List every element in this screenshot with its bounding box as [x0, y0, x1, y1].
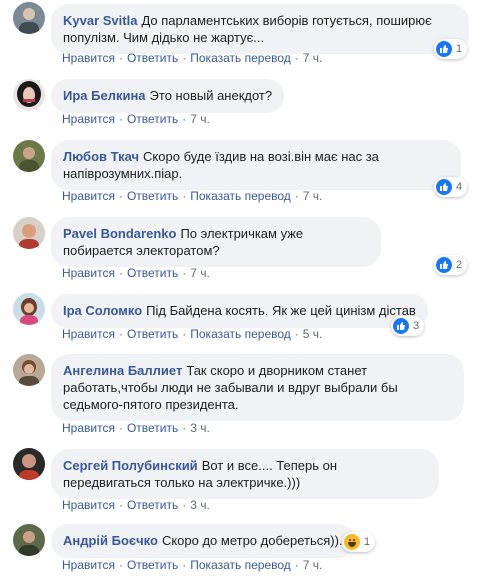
comment-author[interactable]: Ира Белкина: [63, 88, 146, 103]
reply-button[interactable]: Ответить: [127, 112, 178, 126]
like-button[interactable]: Нравится: [62, 112, 115, 126]
translate-button[interactable]: Показать перевод: [190, 51, 291, 65]
comment-time[interactable]: 7 ч.: [303, 51, 323, 65]
comment-author[interactable]: Сергей Полубинский: [63, 458, 198, 473]
comment-actions: Нравится · Ответить · Показать перевод · 7 ч.: [62, 189, 323, 203]
like-button[interactable]: Нравится: [62, 421, 115, 435]
translate-button[interactable]: Показать перевод: [190, 189, 291, 203]
reply-button[interactable]: Ответить: [127, 421, 178, 435]
like-icon: [436, 257, 452, 273]
comment-bubble: Любов Ткач Скоро буде їздив на возі.він м…: [51, 140, 461, 190]
comment-actions: Нравится · Ответить · Показать перевод · 7 ч.: [62, 558, 323, 572]
avatar[interactable]: [13, 217, 45, 249]
reply-button[interactable]: Ответить: [127, 327, 178, 341]
avatar[interactable]: [13, 524, 45, 556]
comment-actions: Нравится · Ответить · 3 ч.: [62, 498, 210, 512]
reaction-count[interactable]: 1: [342, 532, 376, 552]
reply-button[interactable]: Ответить: [127, 266, 178, 280]
comment-time[interactable]: 7 ч.: [303, 189, 323, 203]
like-button[interactable]: Нравится: [62, 327, 115, 341]
comment-time[interactable]: 3 ч.: [190, 421, 210, 435]
comment-actions: Нравится · Ответить · 7 ч.: [62, 266, 210, 280]
comment-text: Это новый анекдот?: [149, 88, 273, 103]
comment-author[interactable]: Андрій Боєчко: [63, 533, 158, 548]
reply-button[interactable]: Ответить: [127, 51, 178, 65]
comment-bubble: Ангелина Баллиет Так скоро и дворником ст…: [51, 354, 464, 421]
like-button[interactable]: Нравится: [62, 51, 115, 65]
like-icon: [393, 318, 409, 334]
comment-author[interactable]: Іра Соломко: [63, 303, 142, 318]
like-button[interactable]: Нравится: [62, 189, 115, 203]
comment-author[interactable]: Pavel Bondarenko: [63, 226, 176, 241]
comment-author[interactable]: Ангелина Баллиет: [63, 363, 182, 378]
reaction-count[interactable]: 3: [391, 316, 425, 336]
reply-button[interactable]: Ответить: [127, 189, 178, 203]
comment-author[interactable]: Kyvar Svitla: [63, 13, 137, 28]
avatar[interactable]: [13, 79, 45, 111]
comment-time[interactable]: 3 ч.: [190, 498, 210, 512]
avatar[interactable]: [13, 448, 45, 480]
comment-bubble: Сергей Полубинский Вот и все.... Теперь о…: [51, 449, 439, 499]
comment-bubble: Іра Соломко Під Байдена косять. Як же цей…: [51, 294, 428, 328]
comment-bubble: Kyvar Svitla До парламентських виборів го…: [51, 4, 469, 54]
comment-time[interactable]: 7 ч.: [190, 112, 210, 126]
like-icon: [436, 41, 452, 57]
comment-bubble: Андрій Боєчко Скоро до метро добереться))…: [51, 524, 355, 558]
comment-text: Під Байдена косять. Як же цей цинізм діс…: [146, 303, 416, 318]
reaction-count[interactable]: 2: [434, 255, 468, 275]
comment-bubble: Pavel Bondarenko По электричкам уже побир…: [51, 217, 381, 267]
comment-time[interactable]: 7 ч.: [190, 266, 210, 280]
comment-actions: Нравится · Ответить · Показать перевод · 5 ч.: [62, 327, 323, 341]
comment-author[interactable]: Любов Ткач: [63, 149, 139, 164]
reaction-count[interactable]: 4: [434, 177, 468, 197]
reply-button[interactable]: Ответить: [127, 498, 178, 512]
comment-bubble: Ира Белкина Это новый анекдот?: [51, 79, 285, 113]
comment-actions: Нравится · Ответить · 3 ч.: [62, 421, 210, 435]
avatar[interactable]: [13, 140, 45, 172]
comment-actions: Нравится · Ответить · 7 ч.: [62, 112, 210, 126]
translate-button[interactable]: Показать перевод: [190, 327, 291, 341]
avatar[interactable]: [13, 2, 45, 34]
comment-text: Скоро до метро добереться)).: [161, 533, 343, 548]
avatar[interactable]: [13, 354, 45, 386]
reaction-count[interactable]: 1: [434, 39, 468, 59]
translate-button[interactable]: Показать перевод: [190, 558, 291, 572]
like-button[interactable]: Нравится: [62, 266, 115, 280]
comment-time[interactable]: 7 ч.: [303, 558, 323, 572]
like-icon: [436, 179, 452, 195]
haha-icon: [344, 534, 360, 550]
avatar[interactable]: [13, 293, 45, 325]
like-button[interactable]: Нравится: [62, 558, 115, 572]
like-button[interactable]: Нравится: [62, 498, 115, 512]
comment-time[interactable]: 5 ч.: [303, 327, 323, 341]
reply-button[interactable]: Ответить: [127, 558, 178, 572]
comment-actions: Нравится · Ответить · Показать перевод · 7 ч.: [62, 51, 323, 65]
